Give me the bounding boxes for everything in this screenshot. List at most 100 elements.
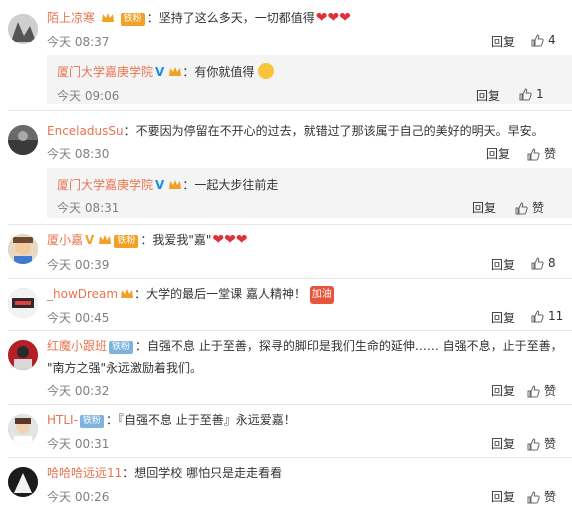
avatar[interactable] <box>8 414 38 444</box>
like-button[interactable]: 8 <box>531 256 556 270</box>
divider <box>8 330 572 331</box>
avatar[interactable] <box>8 125 38 155</box>
timestamp: 今天 00:32 <box>47 384 110 398</box>
comment-text: 我爱我"嘉" <box>152 233 212 247</box>
reply-button[interactable]: 回复 <box>472 199 496 216</box>
username[interactable]: 红魔小跟班 <box>47 339 107 353</box>
timestamp: 今天 00:45 <box>47 311 110 325</box>
like-button[interactable]: 11 <box>531 309 563 323</box>
reply-button[interactable]: 回复 <box>491 435 515 452</box>
smile-emoji-icon <box>258 63 275 79</box>
comment-list: 陌上凉寒 铁粉 ：坚持了这么多天，一切都值得❤❤❤ 今天 08:37 回复 4 厦… <box>0 0 572 515</box>
like-button[interactable]: 1 <box>519 87 544 101</box>
comment-text: 『自强不息 止于至善』永远爱嘉！ <box>117 413 296 427</box>
like-button[interactable]: 赞 <box>527 382 556 399</box>
like-count: 1 <box>536 87 544 101</box>
reply-timestamp: 今天 09:06 <box>57 89 120 103</box>
avatar[interactable] <box>8 340 38 370</box>
comment-text: 不要因为停留在不开心的过去，就错过了那该属于自己的美好的明天。早安。 <box>135 124 544 138</box>
verified-icon: V <box>155 178 165 192</box>
like-count: 4 <box>548 33 556 47</box>
avatar[interactable] <box>8 234 38 264</box>
sticker-emoji: 加油 <box>309 286 334 304</box>
username[interactable]: HTLI- <box>47 413 78 427</box>
crown-icon <box>169 67 182 76</box>
thumbs-up-icon <box>515 202 528 215</box>
like-count: 赞 <box>544 490 557 504</box>
comment-line: 厦小嘉 V 铁粉 ：我爱我"嘉"❤❤❤ <box>47 232 248 248</box>
reply-button[interactable]: 回复 <box>491 309 515 326</box>
fan-badge: 铁粉 <box>120 13 145 26</box>
like-count: 赞 <box>544 437 557 451</box>
divider <box>8 110 572 111</box>
thumbs-up-icon <box>527 385 540 398</box>
timestamp: 今天 00:31 <box>47 437 110 451</box>
reply-username[interactable]: 厦门大学嘉庚学院 <box>57 178 153 192</box>
thumbs-up-icon <box>531 34 544 47</box>
like-count: 8 <box>548 256 556 270</box>
like-button[interactable]: 赞 <box>527 435 556 452</box>
comment-line: 红魔小跟班 铁粉 ：自强不息 止于至善，探寻的脚印是我们生命的延伸…… 自强不息，止… <box>47 339 563 354</box>
comment-line: 哈哈哈远远11：想回学校 哪怕只是走走看看 <box>47 466 283 480</box>
reply-button[interactable]: 回复 <box>491 256 515 273</box>
reply-button[interactable]: 回复 <box>476 87 500 104</box>
username[interactable]: 陌上凉寒 <box>47 11 95 25</box>
reply-username[interactable]: 厦门大学嘉庚学院 <box>57 65 153 79</box>
username[interactable]: 厦小嘉 <box>47 233 83 247</box>
crown-icon <box>99 235 112 244</box>
divider <box>8 457 572 458</box>
thumbs-up-icon <box>527 438 540 451</box>
thumbs-up-icon <box>527 148 540 161</box>
comment-text: 想回学校 哪怕只是走走看看 <box>134 466 283 480</box>
thumbs-up-icon <box>531 257 544 270</box>
avatar[interactable] <box>8 14 38 44</box>
reply-timestamp: 今天 08:31 <box>57 201 120 215</box>
username[interactable]: 哈哈哈远远11 <box>47 466 122 480</box>
username[interactable]: _howDream <box>47 287 118 301</box>
thumbs-up-icon <box>531 310 544 323</box>
comment-line: HTLI- 铁粉 ：『自强不息 止于至善』永远爱嘉！ <box>47 413 296 428</box>
verified-icon: V <box>85 233 95 247</box>
divider <box>8 224 572 225</box>
like-button[interactable]: 赞 <box>527 145 556 162</box>
avatar[interactable] <box>8 467 38 497</box>
timestamp: 今天 00:39 <box>47 258 110 272</box>
thumbs-up-icon <box>519 88 532 101</box>
like-button[interactable]: 4 <box>531 33 556 47</box>
crown-icon <box>121 289 134 298</box>
comment-line: EnceladusSu：不要因为停留在不开心的过去，就错过了那该属于自己的美好的… <box>47 124 544 138</box>
reply-button[interactable]: 回复 <box>486 145 510 162</box>
like-count: 赞 <box>544 147 557 161</box>
verified-icon: V <box>155 65 165 79</box>
username[interactable]: EnceladusSu <box>47 124 124 138</box>
like-count: 赞 <box>532 201 545 215</box>
like-count: 赞 <box>544 384 557 398</box>
comment-line-continued: "南方之强"永远激励着我们。 <box>47 360 202 376</box>
comment-text: 大学的最后一堂课 嘉人精神！ <box>146 287 306 301</box>
like-button[interactable]: 赞 <box>527 488 556 505</box>
heart-icon: ❤❤❤ <box>212 232 248 248</box>
crown-icon <box>169 180 182 189</box>
fan-badge: 铁粉 <box>114 235 139 248</box>
comment-line: _howDream ：大学的最后一堂课 嘉人精神！ 加油 <box>47 286 334 304</box>
thumbs-up-icon <box>527 491 540 504</box>
crown-icon <box>101 13 114 22</box>
timestamp: 今天 08:30 <box>47 147 110 161</box>
timestamp: 今天 00:26 <box>47 490 110 504</box>
fan-badge: 铁粉 <box>79 415 104 428</box>
like-button[interactable]: 赞 <box>515 199 544 216</box>
comment-text: 坚持了这么多天，一切都值得 <box>158 11 315 25</box>
fan-badge: 铁粉 <box>109 341 134 354</box>
reply-button[interactable]: 回复 <box>491 33 515 50</box>
comment-text: "南方之强"永远激励着我们。 <box>47 361 203 375</box>
reply-text: 一起大步往前走 <box>194 178 279 192</box>
avatar[interactable] <box>8 288 38 318</box>
reply-button[interactable]: 回复 <box>491 382 515 399</box>
divider <box>8 278 572 279</box>
comment-line: 陌上凉寒 铁粉 ：坚持了这么多天，一切都值得❤❤❤ <box>47 10 351 26</box>
like-count: 11 <box>548 309 564 323</box>
reply-box: 厦门大学嘉庚学院 V ：一起大步往前走 今天 08:31 回复 赞 <box>47 168 572 218</box>
reply-button[interactable]: 回复 <box>491 488 515 505</box>
reply-box: 厦门大学嘉庚学院 V ：有你就值得 今天 09:06 回复 1 <box>47 55 572 104</box>
timestamp: 今天 08:37 <box>47 35 110 49</box>
